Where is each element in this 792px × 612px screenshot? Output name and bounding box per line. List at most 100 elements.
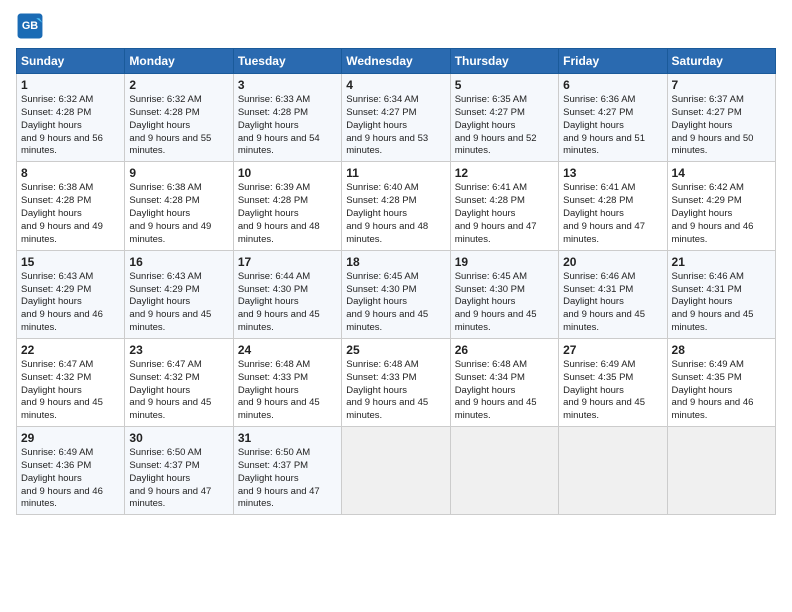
sunset-label: Sunset: 4:31 PM xyxy=(563,284,633,295)
daylight-duration: and 9 hours and 47 minutes. xyxy=(238,486,320,510)
calendar-cell xyxy=(342,427,450,515)
sunset-label: Sunset: 4:37 PM xyxy=(238,460,308,471)
day-number: 27 xyxy=(563,342,662,358)
sunrise-label: Sunrise: 6:36 AM xyxy=(563,94,635,105)
sunrise-label: Sunrise: 6:45 AM xyxy=(455,271,527,282)
day-number: 29 xyxy=(21,430,120,446)
sunrise-label: Sunrise: 6:37 AM xyxy=(672,94,744,105)
day-number: 1 xyxy=(21,77,120,93)
sunrise-label: Sunrise: 6:43 AM xyxy=(21,271,93,282)
sunrise-label: Sunrise: 6:49 AM xyxy=(672,359,744,370)
calendar-cell: 7 Sunrise: 6:37 AM Sunset: 4:27 PM Dayli… xyxy=(667,74,775,162)
day-number: 19 xyxy=(455,254,554,270)
sunset-label: Sunset: 4:29 PM xyxy=(129,284,199,295)
sunrise-label: Sunrise: 6:40 AM xyxy=(346,182,418,193)
daylight-duration: and 9 hours and 53 minutes. xyxy=(346,133,428,157)
sunrise-label: Sunrise: 6:49 AM xyxy=(21,447,93,458)
sunrise-label: Sunrise: 6:49 AM xyxy=(563,359,635,370)
sunrise-label: Sunrise: 6:48 AM xyxy=(238,359,310,370)
calendar-cell: 10 Sunrise: 6:39 AM Sunset: 4:28 PM Dayl… xyxy=(233,162,341,250)
sunrise-label: Sunrise: 6:48 AM xyxy=(455,359,527,370)
daylight-label: Daylight hours xyxy=(672,120,733,131)
calendar-cell: 20 Sunrise: 6:46 AM Sunset: 4:31 PM Dayl… xyxy=(559,250,667,338)
logo-icon: GB xyxy=(16,12,44,40)
day-number: 5 xyxy=(455,77,554,93)
sunset-label: Sunset: 4:28 PM xyxy=(129,195,199,206)
daylight-label: Daylight hours xyxy=(21,296,82,307)
daylight-label: Daylight hours xyxy=(563,208,624,219)
daylight-label: Daylight hours xyxy=(129,385,190,396)
calendar-cell: 16 Sunrise: 6:43 AM Sunset: 4:29 PM Dayl… xyxy=(125,250,233,338)
daylight-label: Daylight hours xyxy=(346,120,407,131)
calendar-header: SundayMondayTuesdayWednesdayThursdayFrid… xyxy=(17,49,776,74)
sunset-label: Sunset: 4:28 PM xyxy=(455,195,525,206)
header-tuesday: Tuesday xyxy=(233,49,341,74)
sunrise-label: Sunrise: 6:44 AM xyxy=(238,271,310,282)
calendar-cell: 22 Sunrise: 6:47 AM Sunset: 4:32 PM Dayl… xyxy=(17,338,125,426)
daylight-label: Daylight hours xyxy=(238,208,299,219)
daylight-duration: and 9 hours and 45 minutes. xyxy=(129,397,211,421)
daylight-label: Daylight hours xyxy=(238,296,299,307)
sunset-label: Sunset: 4:30 PM xyxy=(455,284,525,295)
calendar-cell: 31 Sunrise: 6:50 AM Sunset: 4:37 PM Dayl… xyxy=(233,427,341,515)
day-number: 3 xyxy=(238,77,337,93)
calendar-cell: 6 Sunrise: 6:36 AM Sunset: 4:27 PM Dayli… xyxy=(559,74,667,162)
day-number: 17 xyxy=(238,254,337,270)
calendar-cell: 27 Sunrise: 6:49 AM Sunset: 4:35 PM Dayl… xyxy=(559,338,667,426)
calendar-table: SundayMondayTuesdayWednesdayThursdayFrid… xyxy=(16,48,776,515)
calendar-cell: 17 Sunrise: 6:44 AM Sunset: 4:30 PM Dayl… xyxy=(233,250,341,338)
daylight-duration: and 9 hours and 45 minutes. xyxy=(129,309,211,333)
daylight-label: Daylight hours xyxy=(563,120,624,131)
calendar-cell: 11 Sunrise: 6:40 AM Sunset: 4:28 PM Dayl… xyxy=(342,162,450,250)
day-number: 14 xyxy=(672,165,771,181)
daylight-label: Daylight hours xyxy=(129,296,190,307)
week-row: 22 Sunrise: 6:47 AM Sunset: 4:32 PM Dayl… xyxy=(17,338,776,426)
day-number: 2 xyxy=(129,77,228,93)
calendar-cell: 30 Sunrise: 6:50 AM Sunset: 4:37 PM Dayl… xyxy=(125,427,233,515)
daylight-label: Daylight hours xyxy=(672,208,733,219)
sunrise-label: Sunrise: 6:41 AM xyxy=(455,182,527,193)
daylight-label: Daylight hours xyxy=(563,296,624,307)
daylight-duration: and 9 hours and 55 minutes. xyxy=(129,133,211,157)
daylight-duration: and 9 hours and 47 minutes. xyxy=(455,221,537,245)
week-row: 15 Sunrise: 6:43 AM Sunset: 4:29 PM Dayl… xyxy=(17,250,776,338)
week-row: 8 Sunrise: 6:38 AM Sunset: 4:28 PM Dayli… xyxy=(17,162,776,250)
sunrise-label: Sunrise: 6:32 AM xyxy=(129,94,201,105)
logo: GB xyxy=(16,12,48,40)
daylight-label: Daylight hours xyxy=(238,385,299,396)
day-number: 16 xyxy=(129,254,228,270)
day-number: 20 xyxy=(563,254,662,270)
sunset-label: Sunset: 4:36 PM xyxy=(21,460,91,471)
sunset-label: Sunset: 4:27 PM xyxy=(455,107,525,118)
day-number: 18 xyxy=(346,254,445,270)
week-row: 29 Sunrise: 6:49 AM Sunset: 4:36 PM Dayl… xyxy=(17,427,776,515)
daylight-duration: and 9 hours and 45 minutes. xyxy=(563,397,645,421)
sunrise-label: Sunrise: 6:46 AM xyxy=(672,271,744,282)
header-thursday: Thursday xyxy=(450,49,558,74)
sunset-label: Sunset: 4:29 PM xyxy=(672,195,742,206)
sunset-label: Sunset: 4:28 PM xyxy=(129,107,199,118)
sunrise-label: Sunrise: 6:47 AM xyxy=(21,359,93,370)
sunset-label: Sunset: 4:32 PM xyxy=(21,372,91,383)
header-monday: Monday xyxy=(125,49,233,74)
day-number: 31 xyxy=(238,430,337,446)
header-friday: Friday xyxy=(559,49,667,74)
calendar-cell: 9 Sunrise: 6:38 AM Sunset: 4:28 PM Dayli… xyxy=(125,162,233,250)
daylight-label: Daylight hours xyxy=(672,385,733,396)
daylight-duration: and 9 hours and 45 minutes. xyxy=(346,309,428,333)
sunrise-label: Sunrise: 6:46 AM xyxy=(563,271,635,282)
sunset-label: Sunset: 4:34 PM xyxy=(455,372,525,383)
calendar-cell: 2 Sunrise: 6:32 AM Sunset: 4:28 PM Dayli… xyxy=(125,74,233,162)
day-number: 15 xyxy=(21,254,120,270)
calendar-cell: 14 Sunrise: 6:42 AM Sunset: 4:29 PM Dayl… xyxy=(667,162,775,250)
day-number: 10 xyxy=(238,165,337,181)
calendar-body: 1 Sunrise: 6:32 AM Sunset: 4:28 PM Dayli… xyxy=(17,74,776,515)
calendar-cell: 1 Sunrise: 6:32 AM Sunset: 4:28 PM Dayli… xyxy=(17,74,125,162)
day-number: 12 xyxy=(455,165,554,181)
calendar-cell: 12 Sunrise: 6:41 AM Sunset: 4:28 PM Dayl… xyxy=(450,162,558,250)
header-row: GB xyxy=(16,12,776,40)
calendar-cell: 4 Sunrise: 6:34 AM Sunset: 4:27 PM Dayli… xyxy=(342,74,450,162)
svg-text:GB: GB xyxy=(22,20,38,32)
sunrise-label: Sunrise: 6:45 AM xyxy=(346,271,418,282)
daylight-duration: and 9 hours and 49 minutes. xyxy=(21,221,103,245)
